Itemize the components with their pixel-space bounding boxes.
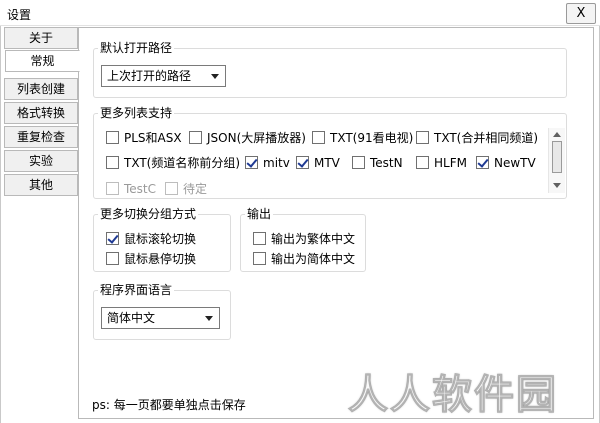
output-title: 输出 xyxy=(245,207,274,221)
checkbox-label: TXT(91看电视) xyxy=(330,131,414,145)
checkbox-label: TXT(合并相同频道) xyxy=(434,131,539,145)
checkbox-label: TestN xyxy=(370,156,403,170)
checkbox-box[interactable] xyxy=(253,232,266,245)
checkbox-label: PLS和ASX xyxy=(124,131,182,145)
checkbox-box[interactable] xyxy=(416,131,429,144)
tab-duplicate-check[interactable]: 重复检查 xyxy=(4,126,78,148)
close-icon: X xyxy=(576,6,586,21)
tab-about[interactable]: 关于 xyxy=(4,27,78,49)
checkbox-box xyxy=(106,182,119,195)
save-note: ps: 每一页都要单独点击保存 xyxy=(92,398,246,412)
scroll-up-arrow-icon[interactable] xyxy=(553,132,561,137)
checkbox-box[interactable] xyxy=(476,156,489,169)
default-path-value: 上次打开的路径 xyxy=(107,69,192,83)
checkbox-label: NewTV xyxy=(494,156,536,170)
more-lists-scrollbar[interactable] xyxy=(548,128,565,193)
checkbox-label: HLFM xyxy=(434,156,467,170)
checkbox-box[interactable] xyxy=(253,252,266,265)
checkbox-label: TXT(频道名称前分组) xyxy=(124,156,241,170)
checkbox-box xyxy=(165,182,178,195)
checkbox-box[interactable] xyxy=(106,252,119,265)
checkbox-label: TestC xyxy=(124,182,157,196)
chevron-down-icon xyxy=(211,74,219,79)
title-bar: 设置 X xyxy=(0,0,600,26)
scroll-down-arrow-icon[interactable] xyxy=(553,183,561,188)
checkbox-box[interactable] xyxy=(352,156,365,169)
language-title: 程序界面语言 xyxy=(98,283,175,297)
checkbox-box[interactable] xyxy=(106,156,119,169)
tab-format-convert[interactable]: 格式转换 xyxy=(4,102,78,124)
checkbox-box[interactable] xyxy=(416,156,429,169)
scroll-thumb[interactable] xyxy=(552,141,562,173)
checkbox-box[interactable] xyxy=(106,131,119,144)
checkbox-label: JSON(大屏播放器) xyxy=(207,131,306,145)
window-title: 设置 xyxy=(7,8,32,22)
checkbox-label: MTV xyxy=(314,156,340,170)
checkbox-box[interactable] xyxy=(245,156,258,169)
checkbox-box[interactable] xyxy=(189,131,202,144)
group-switch-title: 更多切换分组方式 xyxy=(98,207,199,221)
watermark: 人人软件园 xyxy=(348,371,558,419)
checkbox-label: 输出为简体中文 xyxy=(271,252,356,266)
checkbox-label: 输出为繁体中文 xyxy=(271,232,356,246)
checkbox-label: 鼠标悬停切换 xyxy=(124,252,197,266)
language-select[interactable]: 简体中文 xyxy=(101,307,220,329)
tab-list-create[interactable]: 列表创建 xyxy=(4,78,78,100)
checkbox-box[interactable] xyxy=(296,156,309,169)
chevron-down-icon xyxy=(205,316,213,321)
checkbox-box[interactable] xyxy=(312,131,325,144)
default-path-title: 默认打开路径 xyxy=(98,41,175,55)
tab-general[interactable]: 常规 xyxy=(5,50,80,72)
tab-experimental[interactable]: 实验 xyxy=(4,150,78,172)
close-button[interactable]: X xyxy=(566,3,596,24)
checkbox-label: 鼠标滚轮切换 xyxy=(124,232,197,246)
checkbox-label: 待定 xyxy=(183,182,208,196)
language-value: 简体中文 xyxy=(107,311,156,325)
tab-other[interactable]: 其他 xyxy=(4,174,78,196)
more-lists-title: 更多列表支持 xyxy=(98,106,175,120)
checkbox-label: mitv xyxy=(263,156,290,170)
default-path-select[interactable]: 上次打开的路径 xyxy=(101,65,226,87)
checkbox-box[interactable] xyxy=(106,232,119,245)
